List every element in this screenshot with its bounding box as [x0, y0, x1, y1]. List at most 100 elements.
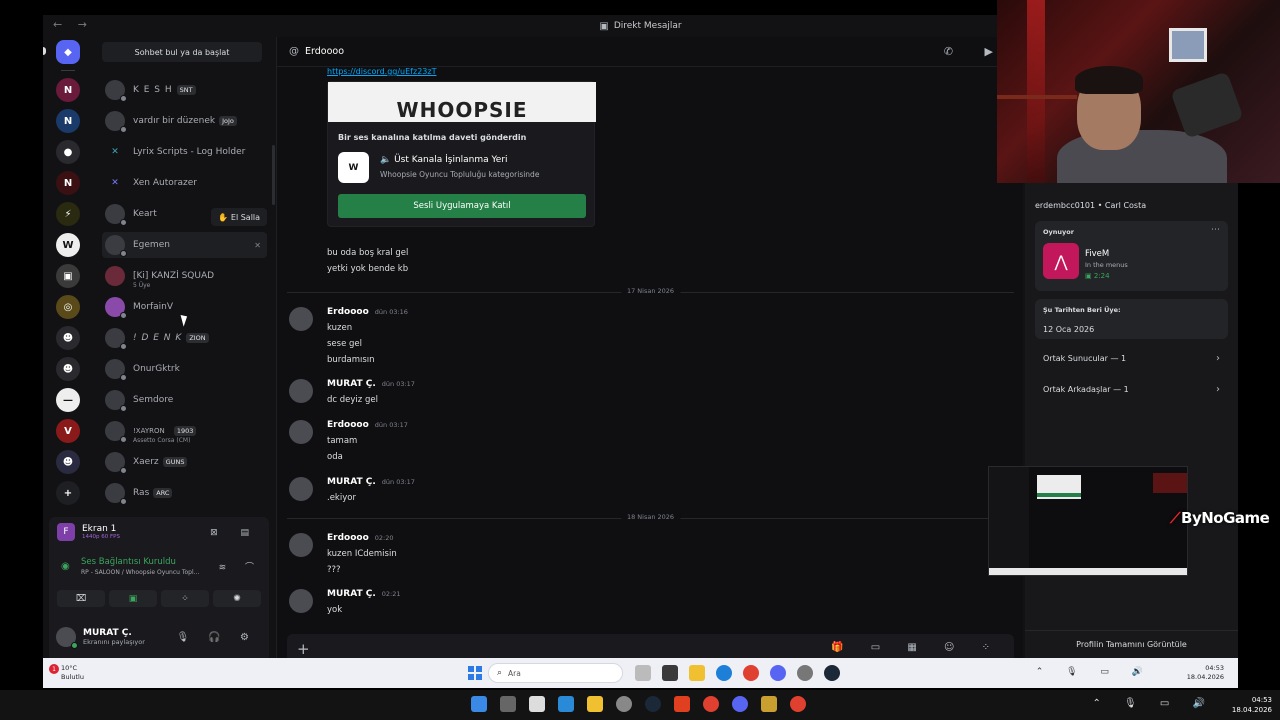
taskbar-clock[interactable]: 04:53 18.04.2026 — [1232, 695, 1272, 715]
taskbar-app-icon[interactable] — [662, 665, 678, 681]
server-icon[interactable]: V — [56, 419, 80, 443]
disconnect-icon[interactable]: ≋ ⌒ — [219, 560, 262, 573]
server-icon[interactable]: ▣ — [56, 264, 80, 288]
dm-name: ! D E N K — [133, 333, 183, 343]
avatar[interactable] — [56, 627, 78, 649]
more-icon[interactable]: ⋯ — [1211, 225, 1220, 235]
taskbar-app-icon[interactable] — [558, 696, 574, 712]
join-voice-button[interactable]: Sesli Uygulamaya Katıl — [338, 194, 586, 218]
stream-quality: 1440p 60 FPS — [82, 534, 120, 540]
discord-icon[interactable] — [732, 696, 748, 712]
mic-headset-settings-icon[interactable]: 🎙 🎧 ⚙ — [177, 632, 257, 643]
invite-link[interactable]: https://discord.gg/uEfz23zT — [327, 67, 436, 76]
message-author[interactable]: MURAT Ç. dün 03:17 — [327, 379, 415, 389]
dm-item[interactable]: ✕ Lyrix Scripts - Log Holder — [102, 139, 267, 165]
dm-item[interactable]: Semdore — [102, 387, 267, 413]
server-icon[interactable]: W — [56, 233, 80, 257]
user-panel: MURAT Ç. Ekranını paylaşıyor 🎙 🎧 ⚙ — [49, 621, 269, 653]
taskbar-app-icon[interactable] — [500, 696, 516, 712]
message-composer[interactable]: + 🎁 ▭ ▦ ☺ ⁘ — [287, 634, 1014, 658]
chrome-icon[interactable] — [703, 696, 719, 712]
brave-icon[interactable] — [674, 696, 690, 712]
weather-widget[interactable]: 1 10°C Bulutlu — [49, 664, 84, 682]
server-icon[interactable]: ⚡ — [56, 202, 80, 226]
avatar — [105, 266, 125, 286]
server-icon[interactable]: ☻ — [56, 326, 80, 350]
taskbar-clock[interactable]: 04:53 18.04.2026 — [1187, 664, 1224, 682]
voice-channel-text[interactable]: RP - SALOON / Whoopsie Oyuncu Topl... — [81, 569, 221, 576]
activities-button[interactable]: ⁘ — [161, 590, 209, 607]
dm-item[interactable]: ✕ Xen Autorazer — [102, 170, 267, 196]
dm-search-button[interactable]: Sohbet bul ya da başlat — [102, 42, 262, 62]
start-icon[interactable] — [471, 696, 487, 712]
server-icon[interactable]: ● — [56, 140, 80, 164]
dm-item[interactable]: Egemen ✕ — [102, 232, 267, 258]
taskbar-app-icon[interactable] — [529, 696, 545, 712]
taskbar-app-icon[interactable] — [761, 696, 777, 712]
discord-home-icon[interactable]: ◆ — [56, 40, 80, 64]
server-icon[interactable]: — — [56, 388, 80, 412]
message-body: kuzen ICdemisin ??? — [327, 549, 397, 575]
speaker-icon: 🔈 — [380, 155, 395, 165]
member-since-date: 12 Oca 2026 — [1043, 325, 1095, 334]
server-icon[interactable]: ☻ — [56, 357, 80, 381]
avatar[interactable] — [289, 379, 313, 403]
dm-item[interactable]: Xaerz GUNS — [102, 449, 267, 475]
camera-button[interactable]: ⌧ — [57, 590, 105, 607]
close-dm-icon[interactable]: ✕ — [254, 241, 261, 250]
stream-preview — [988, 466, 1188, 576]
dm-item[interactable]: K E S H SNT — [102, 77, 267, 103]
dm-item[interactable]: OnurGktrk — [102, 356, 267, 382]
avatar[interactable] — [289, 307, 313, 331]
avatar[interactable] — [289, 420, 313, 444]
message-author[interactable]: MURAT Ç. dün 03:17 — [327, 477, 415, 487]
avatar[interactable] — [289, 477, 313, 501]
message-author[interactable]: Erdoooo dün 03:16 — [327, 307, 408, 317]
composer-tools-icon[interactable]: 🎁 ▭ ▦ ☺ ⁘ — [831, 642, 1002, 653]
taskbar-app-icon[interactable] — [635, 665, 651, 681]
taskbar-app-icon[interactable] — [616, 696, 632, 712]
screen-share-button[interactable]: ▣ — [109, 590, 157, 607]
chrome-icon[interactable] — [790, 696, 806, 712]
view-full-profile-button[interactable]: Profilin Tamamını Görüntüle — [1025, 630, 1238, 658]
folder-icon[interactable] — [587, 696, 603, 712]
stream-controls-icon[interactable]: ⊠ ▤ — [210, 528, 259, 538]
taskbar-search[interactable]: ⌕ Ara — [488, 663, 623, 683]
wave-button[interactable]: ✋ El Salla — [211, 208, 267, 226]
dm-item[interactable]: vardır bir düzenek JoJo — [102, 108, 267, 134]
message-author[interactable]: Erdoooo 02:20 — [327, 533, 394, 543]
message-author[interactable]: MURAT Ç. 02:21 — [327, 589, 401, 599]
add-server-icon[interactable]: + — [56, 481, 80, 505]
mutual-friends-row[interactable]: Ortak Arkadaşlar — 1 › — [1035, 376, 1228, 402]
dm-name: K E S H — [133, 85, 173, 95]
folder-icon[interactable] — [689, 665, 705, 681]
start-icon[interactable] — [468, 666, 482, 680]
settings-icon[interactable] — [797, 665, 813, 681]
dm-name: Semdore — [133, 395, 174, 405]
server-icon[interactable]: N — [56, 109, 80, 133]
server-icon[interactable]: ☻ — [56, 450, 80, 474]
add-attachment-icon[interactable]: + — [297, 640, 310, 658]
invite-banner: WHOOPSIE — [328, 82, 596, 122]
dm-item[interactable]: ! D E N K ZION — [102, 325, 267, 351]
avatar[interactable] — [289, 589, 313, 613]
system-tray-icon[interactable]: ⌃ 🎙 ▭ 🔊 — [1092, 698, 1215, 709]
dm-item[interactable]: Ras ARC — [102, 480, 267, 506]
chrome-icon[interactable] — [743, 665, 759, 681]
dm-item[interactable]: !XAYRON 1903 Assetto Corsa (CM) — [102, 418, 267, 444]
message-author[interactable]: Erdoooo dün 03:17 — [327, 420, 408, 430]
dm-item[interactable]: [Ki] KANZİ SQUAD 5 Üye — [102, 263, 267, 289]
dm-scrollbar[interactable] — [272, 145, 275, 205]
avatar[interactable] — [289, 533, 313, 557]
mutual-servers-row[interactable]: Ortak Sunucular — 1 › — [1035, 345, 1228, 371]
soundboard-button[interactable]: ✺ — [213, 590, 261, 607]
edge-icon[interactable] — [716, 665, 732, 681]
steam-icon[interactable] — [824, 665, 840, 681]
discord-icon[interactable] — [770, 665, 786, 681]
system-tray-icon[interactable]: ⌃ 🎙 ▭ 🔊 — [1036, 667, 1153, 677]
steam-icon[interactable] — [645, 696, 661, 712]
server-icon[interactable]: N — [56, 78, 80, 102]
nav-arrows-icon[interactable]: ← → — [53, 18, 93, 31]
server-icon[interactable]: N — [56, 171, 80, 195]
server-icon[interactable]: ◎ — [56, 295, 80, 319]
